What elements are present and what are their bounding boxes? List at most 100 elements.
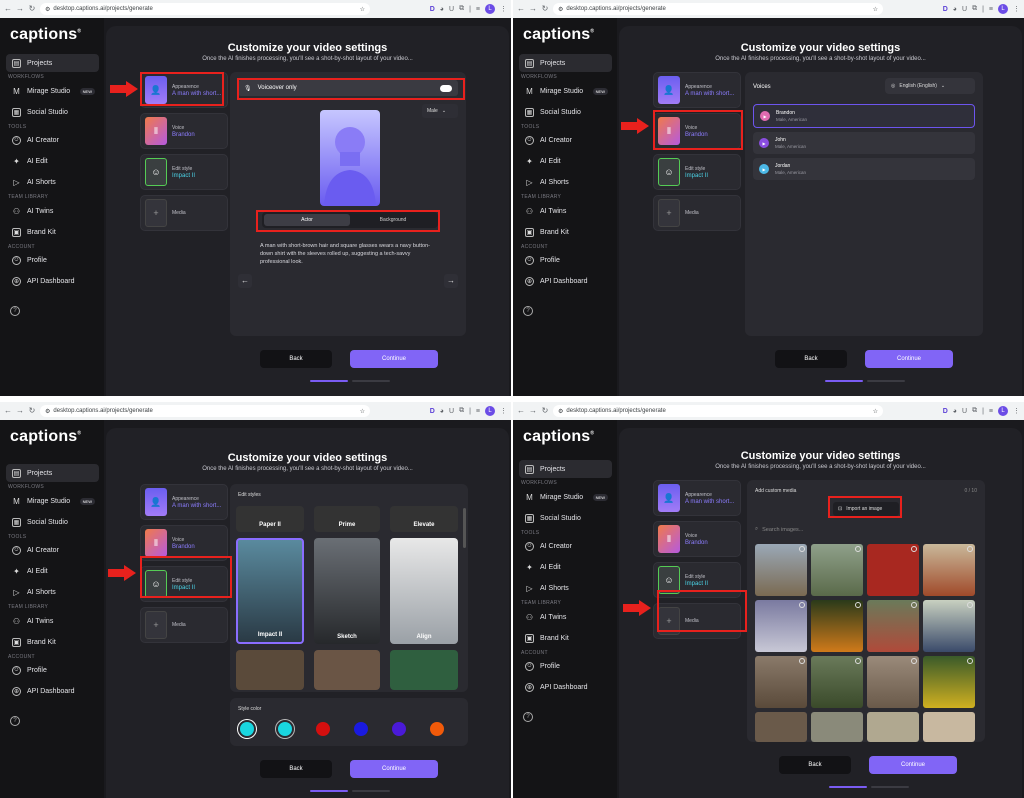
image-tile-16[interactable] [923,712,975,742]
voice-option-brandon[interactable]: ▶ Brandon Male, American [753,104,975,128]
image-tile-3[interactable] [867,544,919,596]
step-voice[interactable]: ⦀ Voice Brandon [140,113,228,149]
back-nav-icon[interactable]: ← [4,5,12,13]
help-icon[interactable]: ? [10,306,20,316]
step-appearance[interactable]: 👤 Appearence A man with short... [653,72,741,108]
style-card-prime[interactable]: Prime [314,506,380,532]
select-circle-icon[interactable] [799,602,805,608]
sidebar-item-ai-shorts[interactable]: ▷ AI Shorts [6,173,99,191]
select-circle-icon[interactable] [799,658,805,664]
step-edit-style[interactable]: ☺ Edit style Impact II [653,154,741,190]
sidebar-item-ai-twins[interactable]: ⚇ AI Twins [6,612,99,630]
sidebar-item-ai-creator[interactable]: ☺ AI Creator [519,131,612,149]
select-circle-icon[interactable] [799,546,805,552]
browser-avatar[interactable]: L [485,406,495,416]
sidebar-item-api[interactable]: ⊕ API Dashboard [519,272,612,290]
sidebar-item-ai-twins[interactable]: ⚇ AI Twins [6,202,99,220]
back-button[interactable]: Back [260,350,332,368]
browser-avatar[interactable]: L [998,4,1008,14]
site-info-icon[interactable]: ⚙ [45,408,50,415]
extension-d-icon[interactable]: D [430,6,435,13]
sidebar-item-mirage[interactable]: M Mirage Studio NEW [6,492,99,510]
sidebar-item-ai-creator[interactable]: ☺ AI Creator [519,537,612,555]
image-tile-6[interactable] [811,600,863,652]
select-circle-icon[interactable] [967,602,973,608]
select-circle-icon[interactable] [967,546,973,552]
address-bar[interactable]: ⚙ desktop.captions.ai/projects/generate ☆ [553,3,883,15]
sidebar-item-mirage[interactable]: M Mirage Studio NEW [519,488,612,506]
forward-nav-icon[interactable]: → [529,5,537,13]
extension-u-icon[interactable]: U [449,6,454,13]
play-icon[interactable]: ▶ [760,111,770,121]
next-arrow-icon[interactable]: → [444,274,458,288]
voice-option-john[interactable]: ▶ John Male, American [753,132,975,154]
extension-list-icon[interactable]: ≡ [989,408,993,415]
sidebar-item-api[interactable]: ⊕ API Dashboard [6,272,99,290]
extension-color-icon[interactable]: ◕ [953,408,957,415]
help-icon[interactable]: ? [523,306,533,316]
sidebar-item-ai-shorts[interactable]: ▷ AI Shorts [6,583,99,601]
sidebar-item-ai-creator[interactable]: ☺ AI Creator [6,131,99,149]
back-button[interactable]: Back [779,756,851,774]
back-button[interactable]: Back [775,350,847,368]
scrollbar[interactable] [463,508,466,548]
bookmark-star-icon[interactable]: ☆ [873,408,878,415]
step-media[interactable]: + Media [653,195,741,231]
back-nav-icon[interactable]: ← [517,5,525,13]
sidebar-item-ai-twins[interactable]: ⚇ AI Twins [519,608,612,626]
style-card-impact[interactable]: Impact II [236,538,304,644]
image-tile-15[interactable] [867,712,919,742]
image-tile-14[interactable] [811,712,863,742]
back-nav-icon[interactable]: ← [4,407,12,415]
color-swatch-cyan[interactable] [278,722,292,736]
select-circle-icon[interactable] [855,658,861,664]
sidebar-item-brand-kit[interactable]: ▣ Brand Kit [6,633,99,651]
step-voice[interactable]: ⦀ Voice Brandon [653,521,741,557]
bookmark-star-icon[interactable]: ☆ [360,408,365,415]
continue-button[interactable]: Continue [350,350,438,368]
sidebar-item-profile[interactable]: ☺ Profile [6,251,99,269]
select-circle-icon[interactable] [911,658,917,664]
extension-list-icon[interactable]: ≡ [989,6,993,13]
extensions-puzzle-icon[interactable]: ⧉ [459,5,464,13]
sidebar-item-api[interactable]: ⊕ API Dashboard [519,678,612,696]
style-card-row3-2[interactable] [314,650,380,690]
sidebar-item-projects[interactable]: ▤ Projects [519,460,612,478]
image-tile-8[interactable] [923,600,975,652]
sidebar-item-projects[interactable]: ▤ Projects [6,54,99,72]
image-tile-2[interactable] [811,544,863,596]
gender-select[interactable]: Male ⌄ [422,104,458,118]
extension-color-icon[interactable]: ◕ [440,6,444,13]
language-select[interactable]: ◎ English (English) ⌄ [885,78,975,94]
browser-avatar[interactable]: L [998,406,1008,416]
sidebar-item-ai-edit[interactable]: ✦ AI Edit [6,562,99,580]
address-bar[interactable]: ⚙ desktop.captions.ai/projects/generate ☆ [553,405,883,417]
select-circle-icon[interactable] [855,602,861,608]
sidebar-item-projects[interactable]: ▤ Projects [519,54,612,72]
browser-avatar[interactable]: L [485,4,495,14]
style-card-elevate[interactable]: Elevate [390,506,458,532]
image-tile-13[interactable] [755,712,807,742]
play-icon[interactable]: ▶ [759,164,769,174]
menu-kebab-icon[interactable]: ⋮ [500,407,507,415]
captions-logo[interactable]: captions® [10,428,81,446]
step-media[interactable]: + Media [140,195,228,231]
step-appearance[interactable]: 👤 Appearence A man with short... [140,484,228,520]
forward-nav-icon[interactable]: → [16,407,24,415]
sidebar-item-profile[interactable]: ☺ Profile [519,657,612,675]
forward-nav-icon[interactable]: → [16,5,24,13]
help-icon[interactable]: ? [10,716,20,726]
continue-button[interactable]: Continue [869,756,957,774]
reload-icon[interactable]: ↻ [541,407,549,415]
extension-color-icon[interactable]: ◕ [440,408,444,415]
image-tile-9[interactable] [755,656,807,708]
step-edit-style[interactable]: ☺ Edit style Impact II [140,154,228,190]
image-tile-1[interactable] [755,544,807,596]
step-appearance[interactable]: 👤 Appearence A man with short... [653,480,741,516]
extension-d-icon[interactable]: D [430,408,435,415]
style-card-align[interactable]: Align [390,538,458,644]
style-card-row3-3[interactable] [390,650,458,690]
continue-button[interactable]: Continue [865,350,953,368]
sidebar-item-brand-kit[interactable]: ▣ Brand Kit [519,629,612,647]
sidebar-item-mirage[interactable]: M Mirage Studio NEW [519,82,612,100]
